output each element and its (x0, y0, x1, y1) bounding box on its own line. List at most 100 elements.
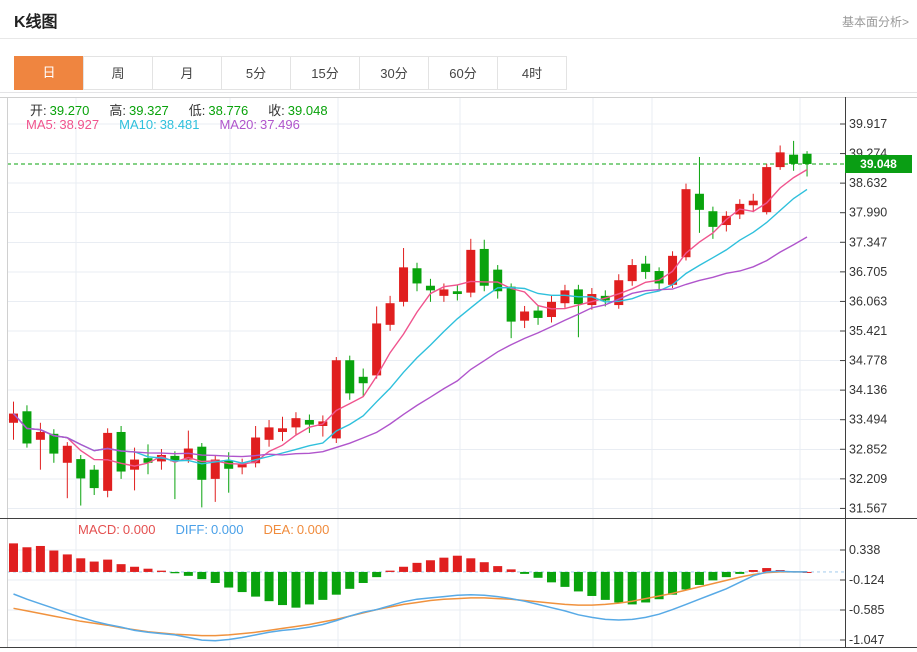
macd-bar (35, 545, 45, 572)
macd-bar (748, 570, 758, 572)
axis-label: -0.585 (849, 603, 884, 617)
tab-4hour[interactable]: 4时 (497, 56, 567, 90)
macd-bar (721, 571, 731, 578)
candle (533, 310, 543, 318)
tab-week[interactable]: 周 (83, 56, 153, 90)
candle (439, 289, 449, 296)
candle (399, 267, 409, 302)
legend-label: DIFF: (175, 522, 208, 537)
macd-bar (668, 571, 678, 595)
legend-label: DEA: (263, 522, 294, 537)
price-axis: 39.91739.27438.63237.99037.34736.70536.0… (840, 117, 887, 647)
legend-value: 0.000 (122, 522, 156, 537)
legend-value: 38.481 (159, 117, 200, 132)
legend-value: 0.000 (210, 522, 244, 537)
candle (627, 265, 637, 282)
macd-bar (49, 550, 59, 572)
axis-label: 33.494 (849, 413, 887, 427)
kline-chart-canvas: 39.91739.27438.63237.99037.34736.70536.0… (0, 97, 917, 648)
legend-label: MA20: (219, 117, 258, 132)
legend-label: MA10: (119, 117, 157, 132)
macd-bar (681, 571, 691, 590)
macd-bar (22, 547, 32, 572)
candle (587, 294, 597, 306)
tab-15min[interactable]: 15分 (290, 56, 360, 90)
macd-bar (304, 571, 314, 605)
legend-item: MA5: 38.927 (26, 117, 99, 132)
legend-item: MA20: 37.496 (219, 117, 299, 132)
legend-value: 38.927 (59, 117, 100, 132)
legend-value: 39.048 (287, 103, 328, 118)
candle (372, 323, 382, 376)
macd-bar (318, 571, 328, 600)
macd-bar (547, 571, 556, 583)
macd-bar (385, 570, 395, 572)
axis-label: -0.124 (849, 573, 884, 587)
candle (264, 427, 274, 440)
macd-bar (291, 571, 301, 608)
candle (506, 286, 516, 322)
axis-label: 34.778 (849, 354, 887, 368)
macd-bar (627, 571, 637, 605)
candle (681, 189, 691, 258)
macd-bar (170, 571, 180, 574)
candle (479, 248, 489, 286)
legend-item: MACD: 0.000 (78, 522, 155, 537)
macd-bar (76, 558, 86, 572)
candle (304, 420, 314, 425)
legend-label: 低: (188, 103, 206, 118)
candle (331, 360, 341, 439)
macd-bar (9, 543, 18, 572)
legend-value: 39.270 (49, 103, 90, 118)
tab-day[interactable]: 日 (14, 56, 84, 90)
candle (291, 418, 301, 428)
candle (345, 360, 355, 394)
candle (789, 154, 799, 164)
candle (654, 271, 664, 284)
legend-item: DEA: 0.000 (263, 522, 329, 537)
axis-label: 0.338 (849, 543, 880, 557)
candle (385, 303, 395, 325)
macd-bar (479, 562, 489, 572)
tab-30min[interactable]: 30分 (359, 56, 429, 90)
macd-bar (439, 557, 449, 572)
macd-bar (89, 561, 99, 572)
tab-month[interactable]: 月 (152, 56, 222, 90)
legend-label: 收: (268, 103, 285, 118)
axis-label: 38.632 (849, 176, 887, 190)
macd-bar (399, 566, 409, 572)
macd-bar (278, 571, 287, 606)
macd-bar (587, 571, 597, 596)
macd-bar (452, 555, 462, 572)
candle (520, 311, 530, 321)
macd-bar (560, 571, 570, 587)
candle (802, 153, 812, 164)
legend-value: 38.776 (208, 103, 249, 118)
macd-bar (197, 571, 207, 580)
macd-bar (237, 571, 247, 593)
legend-item: 收: 39.048 (268, 103, 327, 118)
legend-item: 开: 39.270 (30, 103, 89, 118)
legend-item: MA10: 38.481 (119, 117, 199, 132)
macd-bar (735, 571, 745, 574)
legend-value: 0.000 (296, 522, 330, 537)
candle (35, 431, 45, 440)
fundamental-analysis-link[interactable]: 基本面分析> (842, 13, 909, 30)
axis-label: -1.047 (849, 633, 884, 647)
macd-bar (264, 571, 274, 602)
axis-label: 36.705 (849, 265, 887, 279)
tab-60min[interactable]: 60分 (428, 56, 498, 90)
legend-item: 高: 39.327 (109, 103, 168, 118)
macd-bar (210, 571, 220, 583)
page-title: K线图 (14, 14, 58, 31)
current-price-badge: 39.048 (845, 155, 912, 173)
tab-5min[interactable]: 5分 (221, 56, 291, 90)
ma20-line (12, 236, 808, 458)
candle (748, 200, 758, 206)
macd-bar (251, 571, 261, 597)
candle (9, 413, 18, 423)
macd-bar (183, 571, 193, 576)
axis-label: 34.136 (849, 383, 887, 397)
ma-legend: MA5: 38.927 MA10: 38.481 MA20: 37.496 (26, 117, 320, 132)
legend-value: 39.327 (129, 103, 169, 118)
